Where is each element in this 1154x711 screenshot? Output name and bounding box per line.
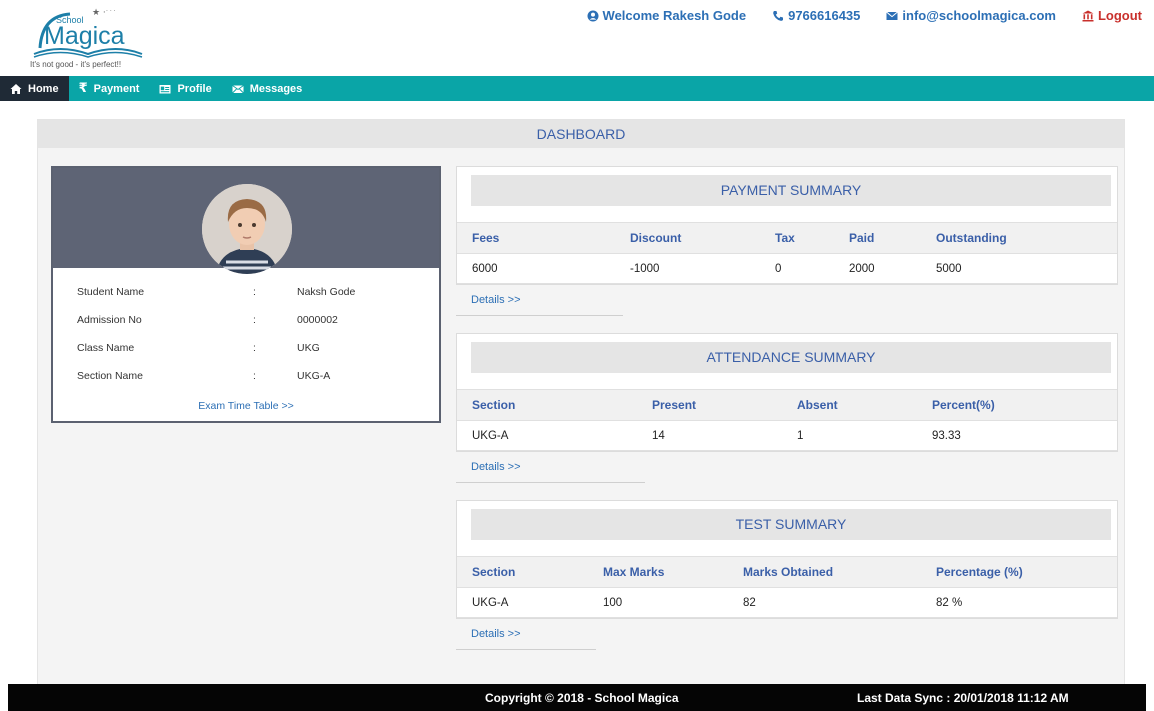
column-header: Discount [630,231,682,245]
email-address: info@schoolmagica.com [902,8,1056,23]
logout-button[interactable]: Logout [1082,8,1142,23]
table-cell: -1000 [630,262,660,275]
envelope-icon [231,84,244,93]
student-name-row: Student Name : Naksh Gode [77,286,417,300]
admission-no-label: Admission No [77,314,142,326]
table-cell: 82 [743,596,756,609]
profile-header [53,168,439,274]
class-name-row: Class Name : UKG [77,342,417,356]
table-row: UKG-A 100 82 82 % [457,588,1117,618]
admission-no-value: 0000002 [297,314,338,326]
email-contact[interactable]: info@schoolmagica.com [886,8,1056,23]
table-cell: 93.33 [932,429,961,442]
rupee-icon: ₹ [78,81,88,96]
separator: : [253,342,256,354]
column-header: Absent [797,398,838,412]
logo-name: Magica [44,22,125,50]
column-header: Section [472,398,516,412]
separator: : [253,314,256,326]
nav-payment[interactable]: ₹ Payment [69,76,150,101]
nav-profile[interactable]: Profile [149,76,221,101]
attendance-summary-title: ATTENDANCE SUMMARY [471,342,1111,373]
test-summary-title: TEST SUMMARY [471,509,1111,540]
column-header: Tax [775,231,795,245]
attendance-table-header: Section Present Absent Percent(%) [457,389,1117,421]
nav-payment-label: Payment [93,82,140,95]
section-name-label: Section Name [77,370,143,382]
welcome-text: Welcome Rakesh Gode [602,8,747,23]
phone-icon [773,10,784,21]
payment-summary-title: PAYMENT SUMMARY [471,175,1111,206]
table-cell: 2000 [849,262,875,275]
envelope-icon [886,11,899,20]
student-name-label: Student Name [77,286,145,298]
table-cell: UKG-A [472,596,509,609]
welcome-user[interactable]: Welcome Rakesh Gode [587,8,747,23]
header-info: Welcome Rakesh Gode 9766616435 info@scho… [587,8,1142,23]
table-cell: 14 [652,429,665,442]
payment-details-link[interactable]: Details >> [456,285,623,316]
section-name-row: Section Name : UKG-A [77,370,417,384]
column-header: Outstanding [936,231,1007,245]
column-header: Fees [472,231,500,245]
table-cell: 5000 [936,262,962,275]
student-profile-card: Student Name : Naksh Gode Admission No :… [51,166,441,423]
test-details-link[interactable]: Details >> [456,619,596,650]
copyright-text: Copyright © 2018 - School Magica [485,691,679,705]
table-cell: 1 [797,429,804,442]
main-nav: Home ₹ Payment Profile Messages [0,76,1154,101]
section-name-value: UKG-A [297,370,331,382]
id-card-icon [159,84,171,93]
class-name-label: Class Name [77,342,135,354]
last-sync-text: Last Data Sync : 20/01/2018 11:12 AM [857,691,1069,705]
class-name-value: UKG [297,342,320,354]
separator: : [253,370,256,382]
exam-time-table-link[interactable]: Exam Time Table >> [53,400,439,412]
column-header: Paid [849,231,875,245]
footer: Copyright © 2018 - School Magica Last Da… [8,684,1146,711]
attendance-summary-card: ATTENDANCE SUMMARY Section Present Absen… [456,333,1118,483]
admission-no-row: Admission No : 0000002 [77,314,417,328]
column-header: Percentage (%) [936,565,1023,579]
table-row: UKG-A 14 1 93.33 [457,421,1117,451]
test-table-header: Section Max Marks Marks Obtained Percent… [457,556,1117,588]
logo-tagline: It's not good - it's perfect!! [30,60,122,69]
user-circle-icon [587,10,599,21]
nav-home-label: Home [28,82,59,95]
table-cell: UKG-A [472,429,509,442]
nav-messages-label: Messages [249,82,303,95]
student-avatar [202,184,292,274]
phone-contact[interactable]: 9766616435 [772,8,860,23]
phone-number: 9766616435 [788,8,861,23]
school-magica-logo[interactable]: ★ · · · · School Magica It's not good - … [30,4,150,74]
separator: : [253,286,256,298]
home-icon [10,83,22,94]
child-photo [202,184,292,274]
payment-summary-card: PAYMENT SUMMARY Fees Discount Tax Paid O… [456,166,1118,316]
attendance-details-link[interactable]: Details >> [456,452,645,483]
column-header: Present [652,398,697,412]
dashboard-title: DASHBOARD [38,120,1124,148]
nav-messages[interactable]: Messages [222,76,313,101]
nav-profile-label: Profile [177,82,212,95]
nav-home[interactable]: Home [0,76,69,101]
table-cell: 82 % [936,596,963,609]
test-summary-card: TEST SUMMARY Section Max Marks Marks Obt… [456,500,1118,650]
table-row: 6000 -1000 0 2000 5000 [457,254,1117,284]
table-cell: 6000 [472,262,498,275]
column-header: Section [472,565,516,579]
svg-text:· · ·: · · · [106,8,116,15]
logout-label: Logout [1097,8,1142,23]
student-name-value: Naksh Gode [297,286,356,298]
dashboard-panel: DASHBOARD Student Name : Naksh Gode Admi… [37,119,1125,689]
column-header: Max Marks [603,565,665,579]
top-bar: ★ · · · · School Magica It's not good - … [0,0,1154,76]
column-header: Percent(%) [932,398,995,412]
svg-text:★ ·: ★ · [92,8,106,18]
bank-icon [1082,10,1094,21]
column-header: Marks Obtained [743,565,834,579]
payment-table-header: Fees Discount Tax Paid Outstanding [457,222,1117,254]
table-cell: 0 [775,262,782,275]
table-cell: 100 [603,596,623,609]
